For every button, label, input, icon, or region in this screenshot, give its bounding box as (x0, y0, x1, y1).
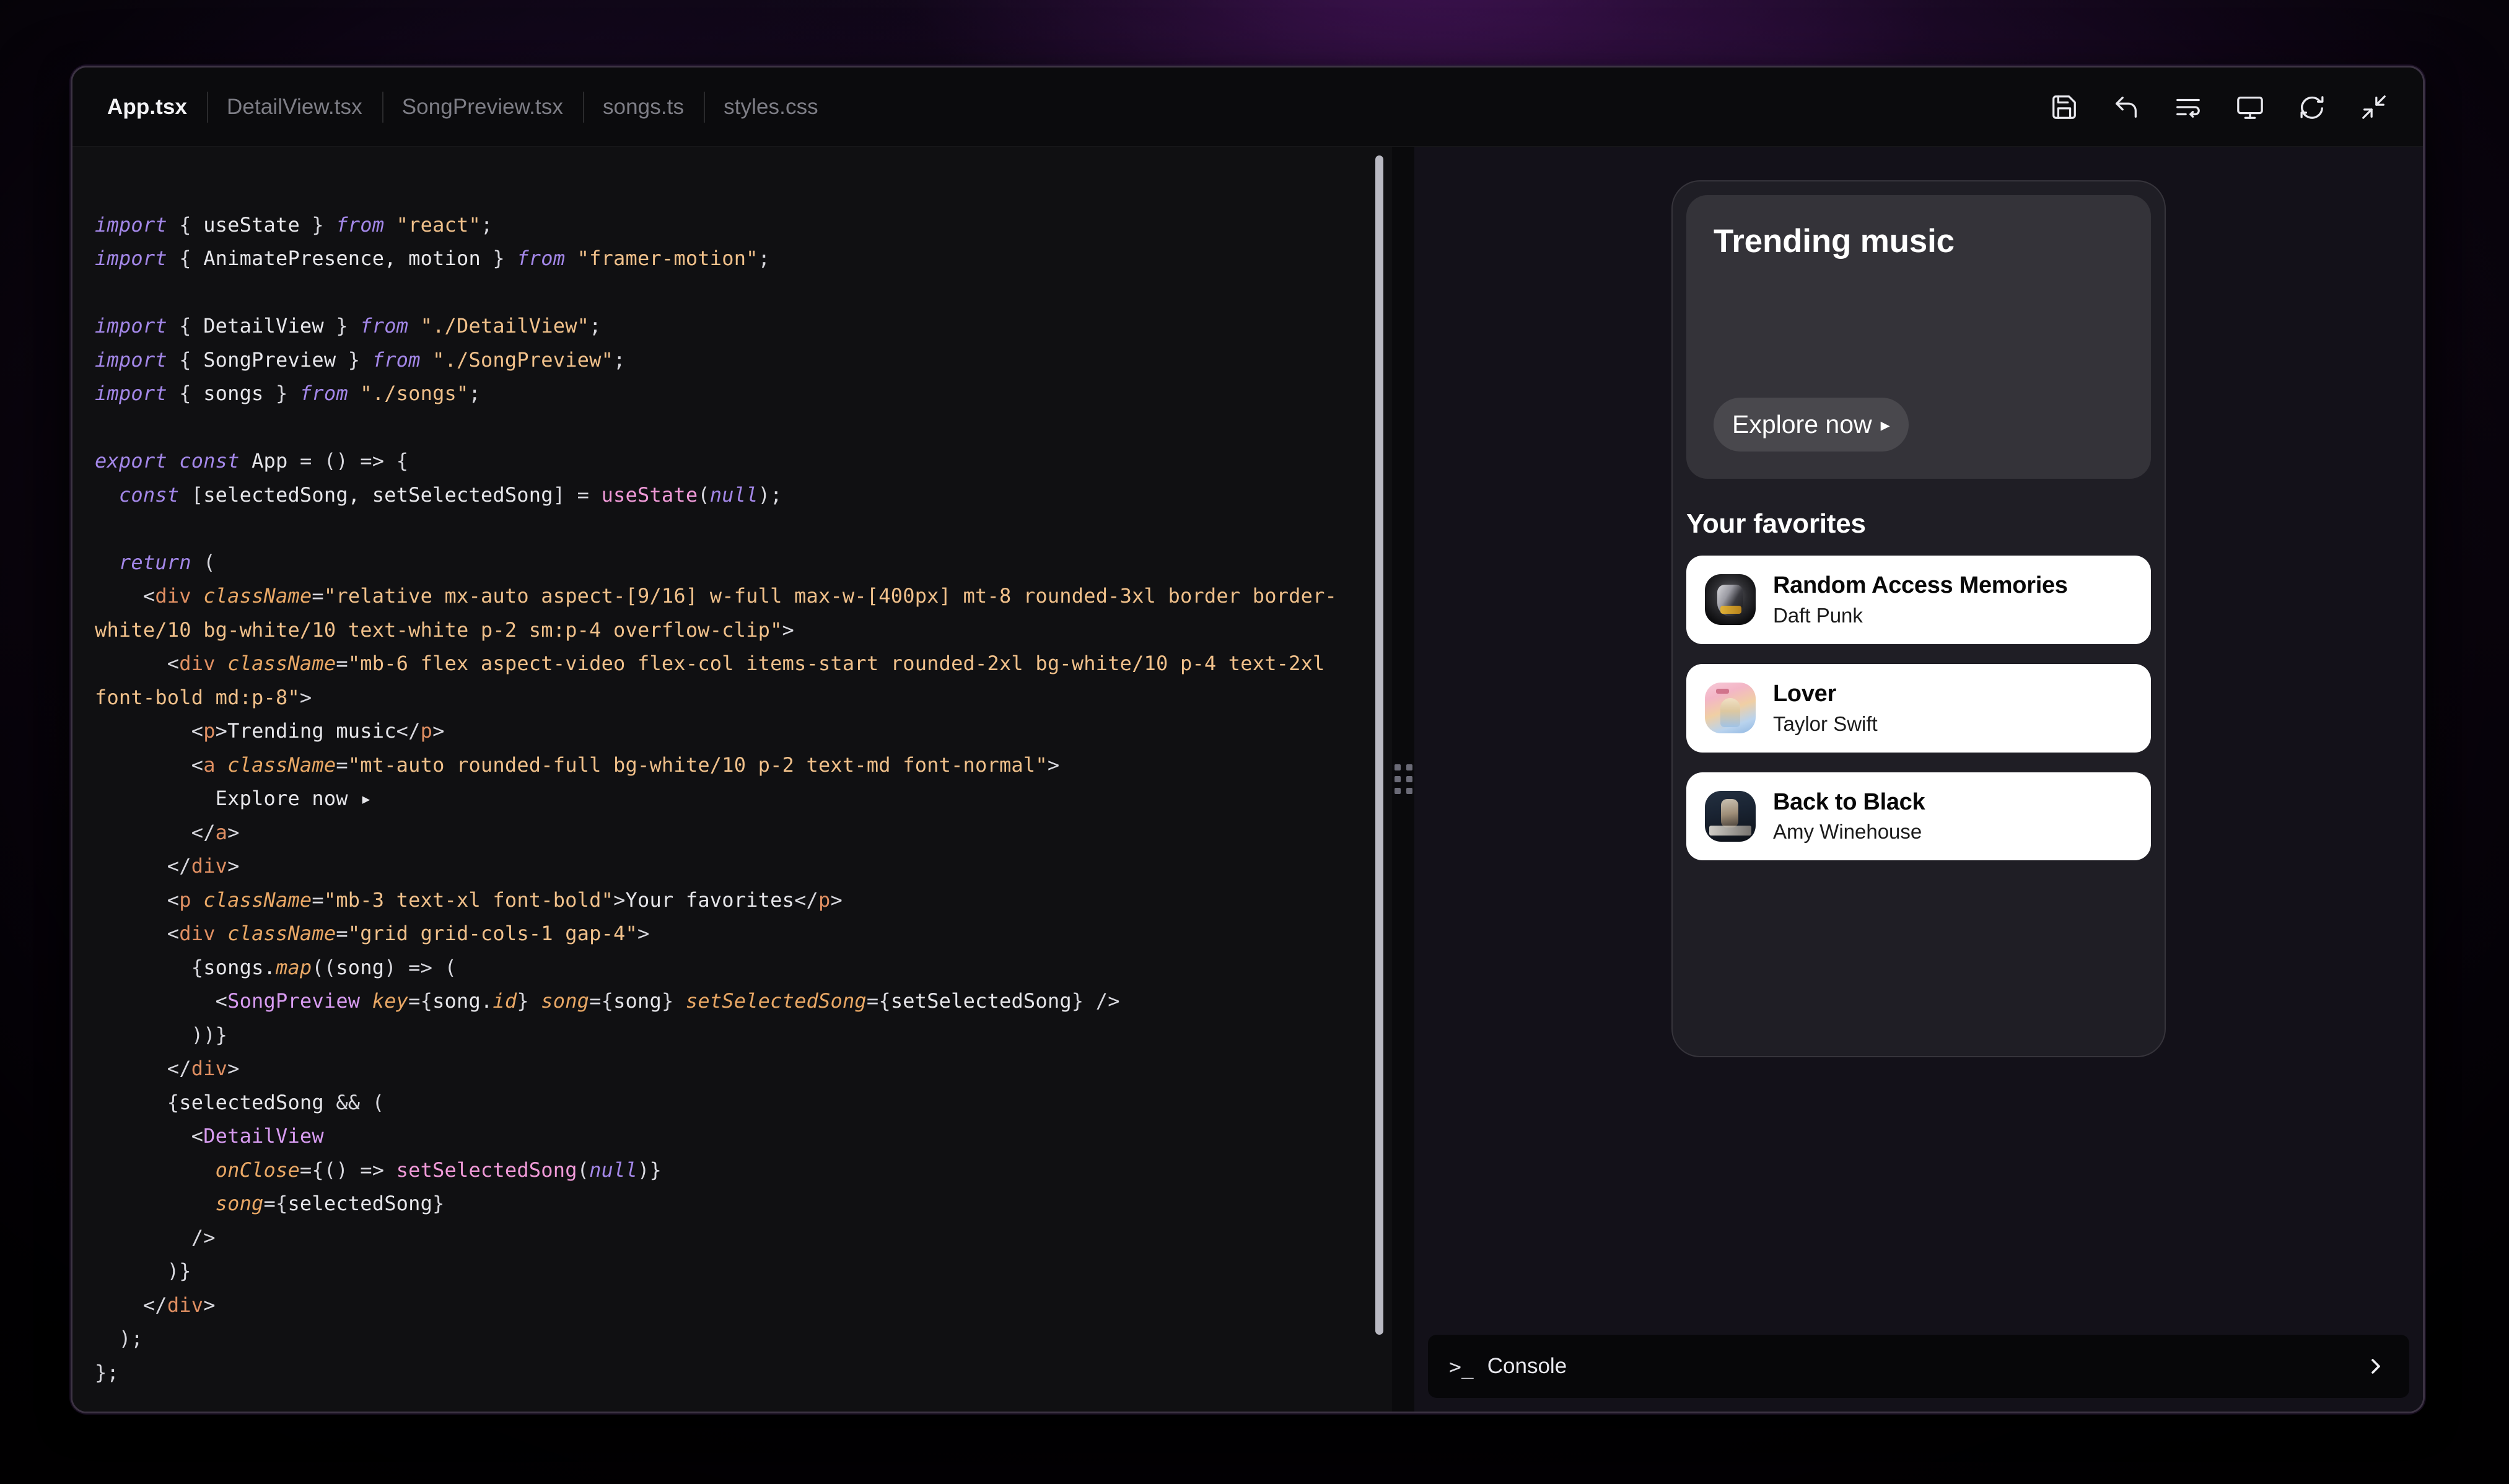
tab-label: songs.ts (602, 95, 685, 119)
album-art-icon (1705, 683, 1756, 734)
splitter-grip-icon (1394, 764, 1412, 794)
favorites-song-list: Random Access Memories Daft Punk Lover T… (1686, 556, 2151, 861)
code-line: {songs.map((song) => ( (191, 955, 457, 979)
song-meta: Random Access Memories Daft Punk (1773, 572, 2068, 628)
code-line: import { SongPreview } from "./SongPrevi… (95, 347, 626, 372)
tab-songpreview-tsx[interactable]: SongPreview.tsx (382, 89, 583, 125)
song-card[interactable]: Back to Black Amy Winehouse (1686, 772, 2151, 861)
code-line: </div> (142, 1293, 216, 1317)
code-editor-pane[interactable]: import { useState } from "react"; import … (72, 147, 1392, 1412)
preview-app-frame: Trending music Explore now ▸ Your favori… (1671, 180, 2166, 1057)
code-line: </div> (167, 854, 240, 878)
collapse-button[interactable] (2357, 90, 2391, 124)
song-title: Random Access Memories (1773, 572, 2068, 598)
console-bar[interactable]: >_ Console (1428, 1335, 2409, 1398)
code-line: song={selectedSong} (215, 1192, 445, 1215)
code-line: return ( (118, 550, 216, 574)
terminal-prompt-icon: >_ (1449, 1354, 1474, 1379)
hero-title: Trending music (1714, 223, 1955, 260)
explore-now-button[interactable]: Explore now ▸ (1714, 398, 1909, 452)
album-art-icon (1705, 574, 1756, 626)
preview-monitor-icon (2237, 97, 2263, 119)
album-art-icon (1705, 790, 1756, 842)
code-line: <p>Trending music</p> (191, 719, 445, 743)
caret-right-icon: ▸ (1880, 414, 1890, 435)
app-window: App.tsx DetailView.tsx SongPreview.tsx s… (71, 66, 2425, 1413)
save-button[interactable] (2047, 90, 2081, 124)
song-artist: Taylor Swift (1773, 712, 1878, 735)
tab-label: SongPreview.tsx (401, 95, 563, 119)
code-line: <DetailView (191, 1124, 324, 1148)
trending-music-hero: Trending music Explore now ▸ (1686, 195, 2151, 479)
collapse-icon (2362, 95, 2386, 119)
song-artist: Daft Punk (1773, 603, 1863, 627)
chevron-right-icon (2371, 1359, 2380, 1374)
code-line: <div className="relative mx-auto aspect-… (95, 584, 1338, 642)
editor-toolbar: App.tsx DetailView.tsx SongPreview.tsx s… (72, 68, 2423, 147)
explore-now-label: Explore now (1732, 410, 1872, 439)
song-artist: Amy Winehouse (1773, 820, 1922, 844)
code-scrollbar-thumb[interactable] (1375, 155, 1383, 1335)
code-scrollbar[interactable] (1375, 155, 1383, 1335)
code-line: ); (118, 1327, 143, 1350)
undo-icon (2116, 97, 2137, 118)
code-line: {selectedSong && ( (167, 1090, 385, 1114)
code-content[interactable]: import { useState } from "react"; import … (72, 147, 1392, 1412)
code-line: ))} (191, 1023, 228, 1047)
code-line: </a> (191, 820, 240, 844)
song-card[interactable]: Random Access Memories Daft Punk (1686, 556, 2151, 644)
code-line: )} (167, 1259, 191, 1283)
code-line: <SongPreview key={song.id} song={song} s… (215, 989, 1120, 1013)
tab-styles-css[interactable]: styles.css (704, 89, 838, 125)
code-line: <div className="grid grid-cols-1 gap-4"> (167, 922, 650, 945)
console-label: Console (1487, 1354, 1567, 1378)
pane-splitter[interactable] (1392, 147, 1414, 1412)
code-line: import { DetailView } from "./DetailView… (95, 314, 602, 338)
tab-app-tsx[interactable]: App.tsx (100, 89, 207, 125)
code-line: import { useState } from "react"; (95, 212, 493, 237)
refresh-button[interactable] (2295, 90, 2329, 124)
file-tab-bar: App.tsx DetailView.tsx SongPreview.tsx s… (100, 68, 838, 147)
toolbar-actions (2047, 90, 2394, 124)
expand-console-button[interactable] (2363, 1354, 2388, 1379)
code-line: /> (191, 1225, 216, 1249)
song-meta: Lover Taylor Swift (1773, 680, 1878, 736)
desktop-backdrop: App.tsx DetailView.tsx SongPreview.tsx s… (0, 0, 2509, 1484)
code-line: Explore now ▸ (215, 787, 372, 810)
code-line: import { AnimatePresence, motion } from … (95, 247, 771, 270)
live-preview-pane: Trending music Explore now ▸ Your favori… (1414, 147, 2423, 1412)
code-line: export const App = () => { (95, 449, 409, 473)
song-card[interactable]: Lover Taylor Swift (1686, 663, 2151, 753)
tab-label: DetailView.tsx (227, 95, 362, 119)
code-line: </div> (167, 1057, 240, 1080)
code-line: onClose={() => setSelectedSong(null)} (215, 1158, 662, 1182)
preview-button[interactable] (2233, 90, 2267, 124)
editor-body: import { useState } from "react"; import … (72, 147, 2423, 1412)
wrap-lines-button[interactable] (2171, 90, 2205, 124)
tab-label: App.tsx (107, 95, 188, 119)
song-title: Back to Black (1773, 788, 1925, 815)
undo-button[interactable] (2109, 90, 2143, 124)
code-line: <p className="mb-3 text-xl font-bold">Yo… (167, 888, 843, 912)
code-line: import { songs } from "./songs"; (95, 382, 481, 405)
tab-label: styles.css (724, 95, 818, 119)
tab-detailview-tsx[interactable]: DetailView.tsx (207, 89, 382, 125)
song-meta: Back to Black Amy Winehouse (1773, 788, 1925, 845)
code-line: const [selectedSong, setSelectedSong] = … (118, 482, 782, 507)
tab-songs-ts[interactable]: songs.ts (582, 89, 704, 125)
save-icon (2052, 95, 2076, 119)
code-line: <div className="mb-6 flex aspect-video f… (95, 652, 1337, 709)
refresh-icon (2300, 96, 2324, 119)
wrap-lines-icon (2176, 98, 2200, 118)
preview-stage: Trending music Explore now ▸ Your favori… (1414, 147, 2423, 1335)
code-line: }; (95, 1360, 119, 1384)
favorites-heading: Your favorites (1686, 508, 1866, 539)
code-line: <a className="mt-auto rounded-full bg-wh… (191, 753, 1060, 777)
song-title: Lover (1773, 680, 1836, 707)
